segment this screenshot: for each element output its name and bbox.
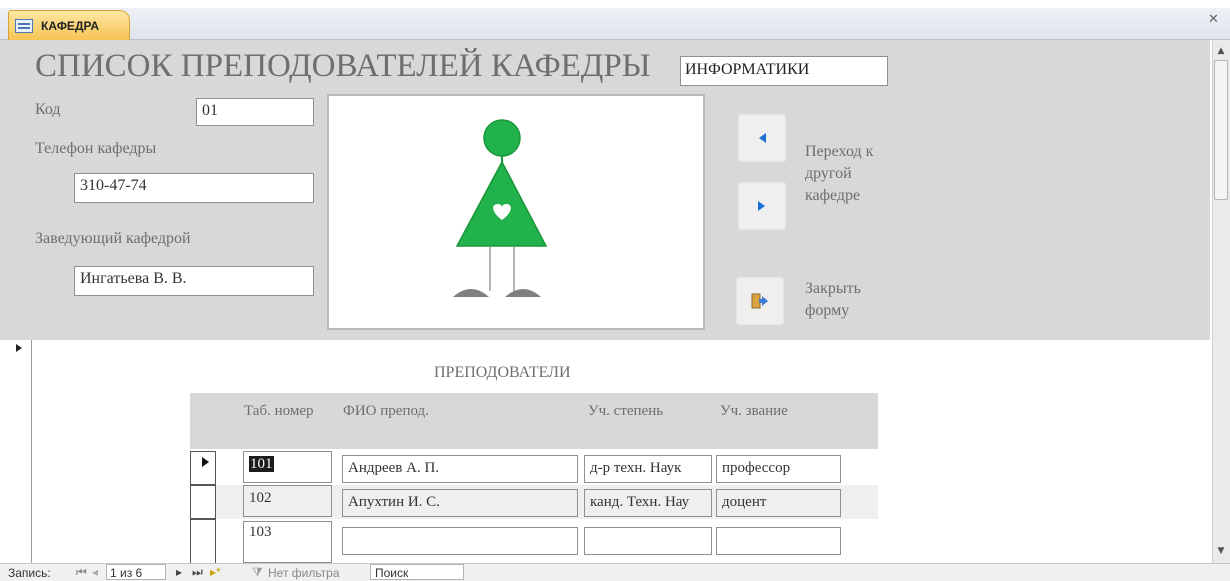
nav-caption: Переход к другой кафедре bbox=[805, 141, 873, 207]
prev-department-button[interactable] bbox=[738, 114, 786, 162]
filter-status[interactable]: Нет фильтра bbox=[268, 566, 340, 580]
prev-record-nav-icon[interactable]: ◂ bbox=[92, 565, 98, 579]
code-field[interactable]: 01 bbox=[196, 98, 314, 126]
subform-title: ПРЕПОДОВАТЕЛИ bbox=[434, 364, 571, 381]
tab-kafedra[interactable]: КАФЕДРА bbox=[8, 10, 130, 40]
current-row-icon bbox=[202, 457, 209, 467]
cell-full-name[interactable]: Андреев А. П. bbox=[342, 455, 578, 483]
search-input[interactable]: Поиск bbox=[370, 564, 464, 580]
cell-degree[interactable] bbox=[584, 527, 712, 555]
close-caption-line-2: форму bbox=[805, 302, 850, 319]
col-degree: Уч. степень bbox=[588, 403, 664, 419]
page-title: СПИСОК ПРЕПОДОВАТЕЛЕЙ КАФЕДРЫ bbox=[35, 48, 651, 84]
close-form-button[interactable] bbox=[736, 277, 784, 325]
cell-title[interactable]: доцент bbox=[716, 489, 841, 517]
department-image bbox=[327, 94, 705, 330]
nav-caption-line-3: кафедре bbox=[805, 187, 861, 204]
close-caption-line-1: Закрыть bbox=[805, 280, 861, 297]
figure-illustration bbox=[453, 119, 548, 297]
col-tab-number: Таб. номер bbox=[244, 403, 314, 419]
filter-icon: ⧩ bbox=[252, 565, 263, 579]
new-record-icon[interactable]: ▸* bbox=[210, 565, 221, 579]
scroll-up-icon[interactable]: ▲ bbox=[1212, 42, 1230, 60]
scrollbar-thumb[interactable] bbox=[1214, 60, 1228, 200]
document-tab-bar bbox=[0, 8, 1230, 40]
cell-full-name[interactable] bbox=[342, 527, 578, 555]
phone-label: Телефон кафедры bbox=[35, 140, 157, 157]
close-caption: Закрыть форму bbox=[805, 278, 861, 322]
phone-field[interactable]: 310-47-74 bbox=[74, 173, 314, 203]
cell-degree[interactable]: д-р техн. Наук bbox=[584, 455, 712, 483]
first-record-icon[interactable]: ⏮ bbox=[76, 565, 87, 580]
cell-title[interactable] bbox=[716, 527, 841, 555]
row-selector[interactable] bbox=[190, 451, 216, 485]
cell-full-name[interactable]: Апухтин И. С. bbox=[342, 489, 578, 517]
department-name-field[interactable]: ИНФОРМАТИКИ bbox=[680, 56, 888, 86]
next-record-icon bbox=[758, 201, 765, 211]
row-selector[interactable] bbox=[190, 519, 216, 564]
nav-caption-line-2: другой bbox=[805, 165, 852, 182]
row-selector[interactable] bbox=[190, 485, 216, 519]
record-label: Запись: bbox=[8, 566, 51, 580]
close-icon[interactable]: ✕ bbox=[1208, 12, 1219, 27]
prev-record-icon bbox=[759, 133, 766, 143]
nav-caption-line-1: Переход к bbox=[805, 143, 874, 160]
tab-label: КАФЕДРА bbox=[41, 18, 100, 33]
cell-tab-number[interactable]: 101 bbox=[243, 451, 332, 483]
window-top-gap bbox=[0, 0, 1230, 8]
cell-tab-number[interactable]: 103 bbox=[243, 521, 332, 563]
cell-degree[interactable]: канд. Техн. Нау bbox=[584, 489, 712, 517]
code-label: Код bbox=[35, 101, 61, 118]
record-navigation-bar: Запись: ⏮ ◂ 1 из 6 ▸ ⏭ ▸* ⧩ Нет фильтра … bbox=[0, 563, 1230, 581]
form-tab-icon bbox=[15, 18, 33, 33]
cell-tab-number[interactable]: 102 bbox=[243, 485, 332, 517]
head-label: Заведующий кафедрой bbox=[35, 230, 191, 247]
subform-header bbox=[190, 393, 878, 449]
col-full-name: ФИО препод. bbox=[343, 403, 429, 419]
col-title: Уч. звание bbox=[720, 403, 788, 419]
next-record-nav-icon[interactable]: ▸ bbox=[176, 565, 182, 579]
record-selector-icon bbox=[16, 344, 22, 352]
record-position-field[interactable]: 1 из 6 bbox=[106, 564, 166, 580]
scroll-down-icon[interactable]: ▼ bbox=[1212, 542, 1230, 560]
head-field[interactable]: Ингатьева В. В. bbox=[74, 266, 314, 296]
cell-title[interactable]: профессор bbox=[716, 455, 841, 483]
exit-door-icon bbox=[751, 293, 768, 309]
form-record-selector[interactable] bbox=[8, 340, 32, 564]
next-department-button[interactable] bbox=[738, 182, 786, 230]
last-record-icon[interactable]: ⏭ bbox=[192, 565, 203, 580]
selected-text: 101 bbox=[249, 456, 274, 472]
